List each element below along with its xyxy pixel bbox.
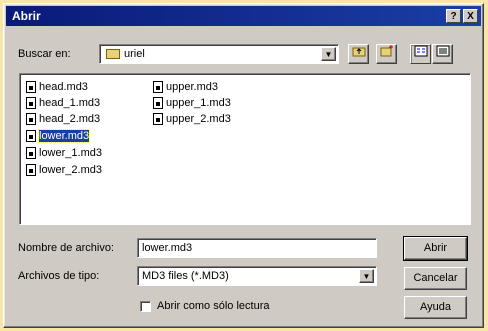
file-item-head-1[interactable]: head_1.md3 [26,96,100,111]
chevron-down-icon[interactable]: ▼ [359,269,374,283]
readonly-checkbox[interactable] [140,301,151,312]
filetype-value: MD3 files (*.MD3) [142,270,229,282]
file-icon [153,113,163,126]
open-dialog: Abrir ? X Buscar en: uriel ▼ head.md3 he… [3,3,484,328]
open-button[interactable]: Abrir [403,236,468,261]
filename-label: Nombre de archivo: [18,242,114,254]
new-folder-icon[interactable] [376,44,397,64]
file-item-lower[interactable]: lower.md3 [26,129,91,144]
file-item-lower-2[interactable]: lower_2.md3 [26,163,102,178]
close-icon[interactable]: X [463,9,478,23]
look-in-combo[interactable]: uriel ▼ [99,44,339,64]
file-icon [26,81,36,94]
file-icon [26,97,36,110]
file-icon [26,164,36,177]
look-in-label: Buscar en: [18,48,71,60]
file-item-upper[interactable]: upper.md3 [153,80,218,95]
dialog-title: Abrir [12,9,41,23]
file-item-head[interactable]: head.md3 [26,80,88,95]
file-item-head-2[interactable]: head_2.md3 [26,112,100,127]
folder-up-icon[interactable] [348,44,369,64]
details-view-icon[interactable] [432,44,453,64]
folder-icon [106,49,120,60]
help-button[interactable]: Ayuda [404,296,467,319]
file-icon [26,130,36,143]
file-icon [26,113,36,126]
file-icon [153,97,163,110]
readonly-label: Abrir como sólo lectura [157,300,270,312]
filename-input[interactable]: lower.md3 [137,238,377,258]
file-item-upper-2[interactable]: upper_2.md3 [153,112,231,127]
file-list[interactable]: head.md3 head_1.md3 head_2.md3 lower.md3… [19,73,471,225]
chevron-down-icon[interactable]: ▼ [321,47,336,61]
file-item-upper-1[interactable]: upper_1.md3 [153,96,231,111]
look-in-value: uriel [124,48,145,60]
list-view-icon[interactable] [410,44,431,64]
file-item-lower-1[interactable]: lower_1.md3 [26,146,102,161]
file-icon [26,147,36,160]
cancel-button[interactable]: Cancelar [404,267,467,290]
filetype-select[interactable]: MD3 files (*.MD3) ▼ [137,266,377,286]
file-icon [153,81,163,94]
help-icon[interactable]: ? [446,9,461,23]
filetype-label: Archivos de tipo: [18,270,100,282]
title-bar[interactable]: Abrir ? X [6,6,481,26]
